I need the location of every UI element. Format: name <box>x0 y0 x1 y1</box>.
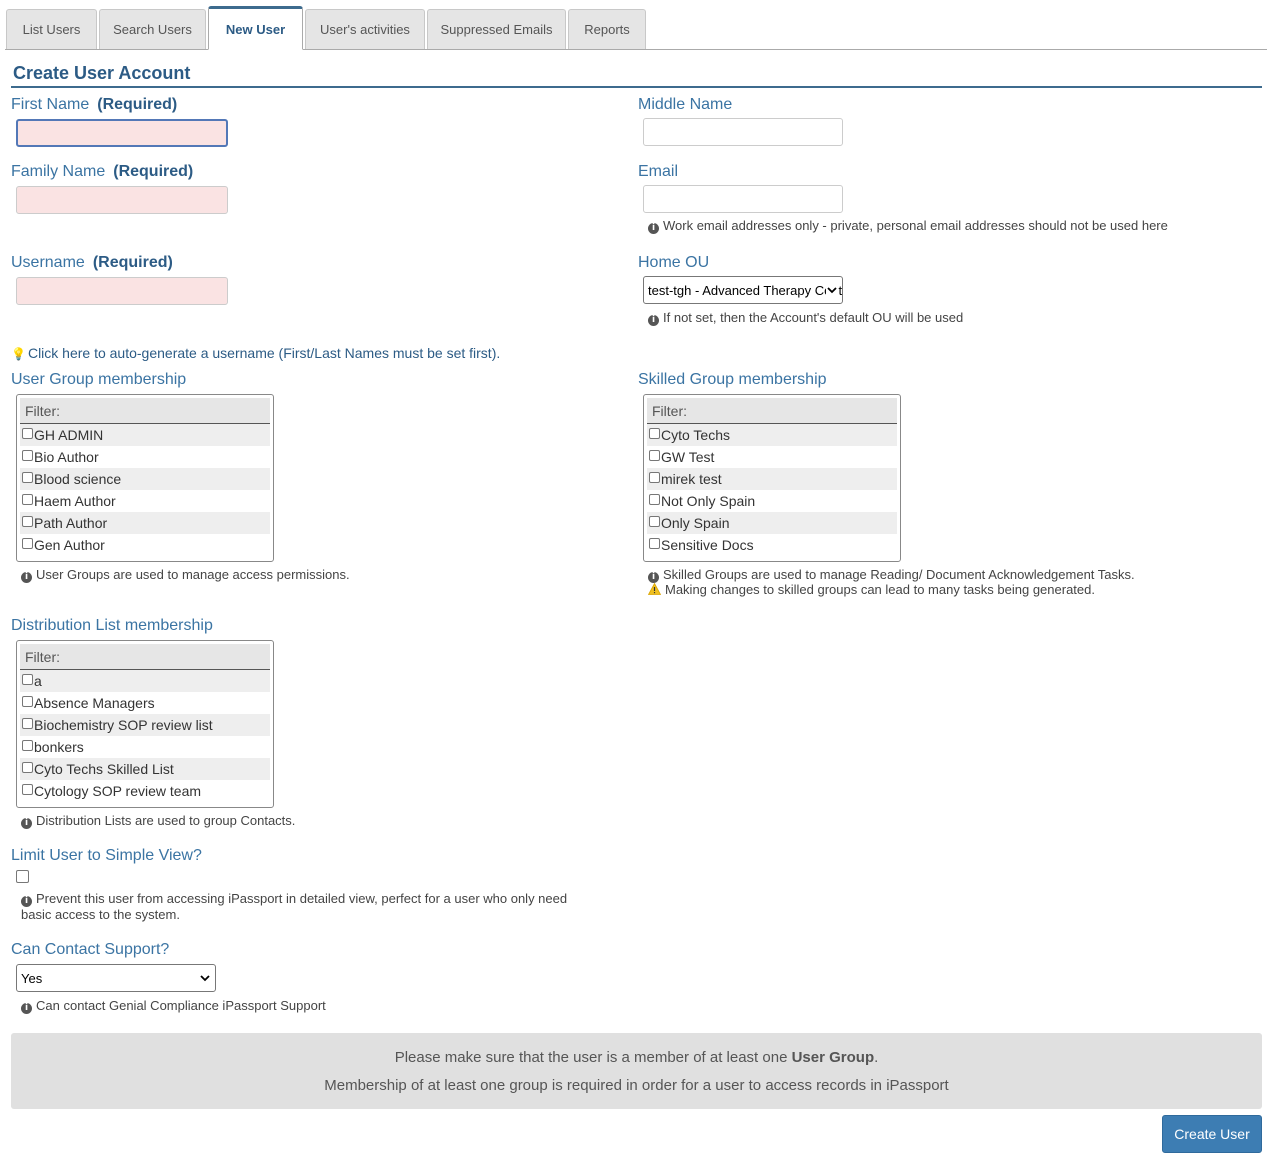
checkbox[interactable] <box>22 674 33 685</box>
family-name-label: Family Name (Required) <box>11 163 194 180</box>
checkbox[interactable] <box>649 538 660 549</box>
email-label: Email <box>638 163 679 180</box>
contact-support-help: i Can contact Genial Compliance iPassport… <box>21 998 326 1014</box>
list-item: Sensitive Docs <box>647 534 897 556</box>
username-label: Username (Required) <box>11 254 173 271</box>
skilled-group-filter[interactable]: Filter: <box>647 398 897 424</box>
list-item: GW Test <box>647 446 897 468</box>
middle-name-label: Middle Name <box>638 96 733 113</box>
info-icon: i <box>21 1003 32 1014</box>
skilled-group-warning: Making changes to skilled groups can lea… <box>647 582 1095 598</box>
required-marker: (Required) <box>97 96 178 113</box>
user-group-filter[interactable]: Filter: <box>20 398 270 424</box>
distribution-list: Filter: a Absence Managers Biochemistry … <box>16 640 274 808</box>
skilled-group-list: Filter: Cyto Techs GW Test mirek test No… <box>643 394 901 562</box>
checkbox[interactable] <box>649 428 660 439</box>
list-item: Cytology SOP review team <box>20 780 270 802</box>
home-ou-label: Home OU <box>638 254 710 271</box>
checkbox[interactable] <box>649 450 660 461</box>
tab-bar: List Users Search Users New User User's … <box>0 0 1267 50</box>
home-ou-help: i If not set, then the Account's default … <box>648 310 963 326</box>
list-item: mirek test <box>647 468 897 490</box>
list-item: Blood science <box>20 468 270 490</box>
chevron-down-icon <box>826 283 838 297</box>
checkbox[interactable] <box>22 516 33 527</box>
create-user-button[interactable]: Create User <box>1162 1115 1262 1153</box>
checkbox[interactable] <box>22 428 33 439</box>
email-help: i Work email addresses only - private, pe… <box>648 218 1168 234</box>
checkbox[interactable] <box>22 494 33 505</box>
list-item: Not Only Spain <box>647 490 897 512</box>
list-item: Absence Managers <box>20 692 270 714</box>
list-item: a <box>20 670 270 692</box>
family-name-input[interactable] <box>16 186 228 214</box>
list-item: Biochemistry SOP review list <box>20 714 270 736</box>
list-item: bonkers <box>20 736 270 758</box>
page-title: Create User Account <box>13 63 191 83</box>
checkbox[interactable] <box>22 472 33 483</box>
list-item: Only Spain <box>647 512 897 534</box>
list-item: Cyto Techs Skilled List <box>20 758 270 780</box>
tab-reports[interactable]: Reports <box>568 9 646 49</box>
group-requirement-notice: Please make sure that the user is a memb… <box>11 1033 1262 1109</box>
title-divider <box>11 86 1262 88</box>
tab-suppressed-emails[interactable]: Suppressed Emails <box>427 9 566 49</box>
simple-view-checkbox[interactable] <box>16 870 29 883</box>
first-name-label: First Name (Required) <box>11 96 178 113</box>
required-marker: (Required) <box>113 163 194 180</box>
username-input[interactable] <box>16 277 228 305</box>
user-group-list: Filter: GH ADMIN Bio Author Blood scienc… <box>16 394 274 562</box>
list-item: Bio Author <box>20 446 270 468</box>
tab-search-users[interactable]: Search Users <box>99 9 206 49</box>
notice-line-1: Please make sure that the user is a memb… <box>394 1049 879 1066</box>
info-icon: i <box>21 896 32 907</box>
notice-line-2: Membership of at least one group is requ… <box>324 1077 949 1094</box>
home-ou-select[interactable]: test-tgh - Advanced Therapy Centre <box>643 276 843 304</box>
simple-view-label: Limit User to Simple View? <box>11 847 202 864</box>
checkbox[interactable] <box>22 538 33 549</box>
tab-bar-divider <box>5 49 1267 50</box>
list-item: Path Author <box>20 512 270 534</box>
distribution-list-filter[interactable]: Filter: <box>20 644 270 670</box>
contact-support-select[interactable]: Yes <box>16 964 216 992</box>
simple-view-help: i Prevent this user from accessing iPassp… <box>21 891 568 922</box>
checkbox[interactable] <box>649 494 660 505</box>
user-group-label: User Group membership <box>11 371 187 388</box>
checkbox[interactable] <box>649 472 660 483</box>
tab-users-activities[interactable]: User's activities <box>305 9 425 49</box>
middle-name-input[interactable] <box>643 118 843 146</box>
autogen-username-link[interactable]: 💡 Click here to auto-generate a username … <box>11 345 500 361</box>
info-icon: i <box>648 223 659 234</box>
skilled-group-label: Skilled Group membership <box>638 371 827 388</box>
list-item: GH ADMIN <box>20 424 270 446</box>
distribution-list-label: Distribution List membership <box>11 617 213 634</box>
checkbox[interactable] <box>22 450 33 461</box>
skilled-group-help: i Skilled Groups are used to manage Readi… <box>648 567 1135 583</box>
info-icon: i <box>648 315 659 326</box>
info-icon: i <box>21 572 32 583</box>
warning-icon <box>647 582 662 598</box>
checkbox[interactable] <box>22 784 33 795</box>
first-name-input[interactable] <box>16 119 228 147</box>
distribution-list-help: i Distribution Lists are used to group Co… <box>21 813 295 829</box>
user-group-help: i User Groups are used to manage access p… <box>21 567 350 583</box>
tab-new-user[interactable]: New User <box>208 6 303 50</box>
list-item: Haem Author <box>20 490 270 512</box>
checkbox[interactable] <box>649 516 660 527</box>
list-item: Gen Author <box>20 534 270 556</box>
required-marker: (Required) <box>92 254 173 271</box>
email-field[interactable] <box>643 185 843 213</box>
checkbox[interactable] <box>22 696 33 707</box>
chevron-down-icon <box>199 971 211 985</box>
checkbox[interactable] <box>22 740 33 751</box>
contact-support-label: Can Contact Support? <box>11 941 170 958</box>
info-icon: i <box>21 818 32 829</box>
lightbulb-icon: 💡 <box>11 347 26 361</box>
list-item: Cyto Techs <box>647 424 897 446</box>
checkbox[interactable] <box>22 718 33 729</box>
checkbox[interactable] <box>22 762 33 773</box>
tab-list-users[interactable]: List Users <box>6 9 97 49</box>
